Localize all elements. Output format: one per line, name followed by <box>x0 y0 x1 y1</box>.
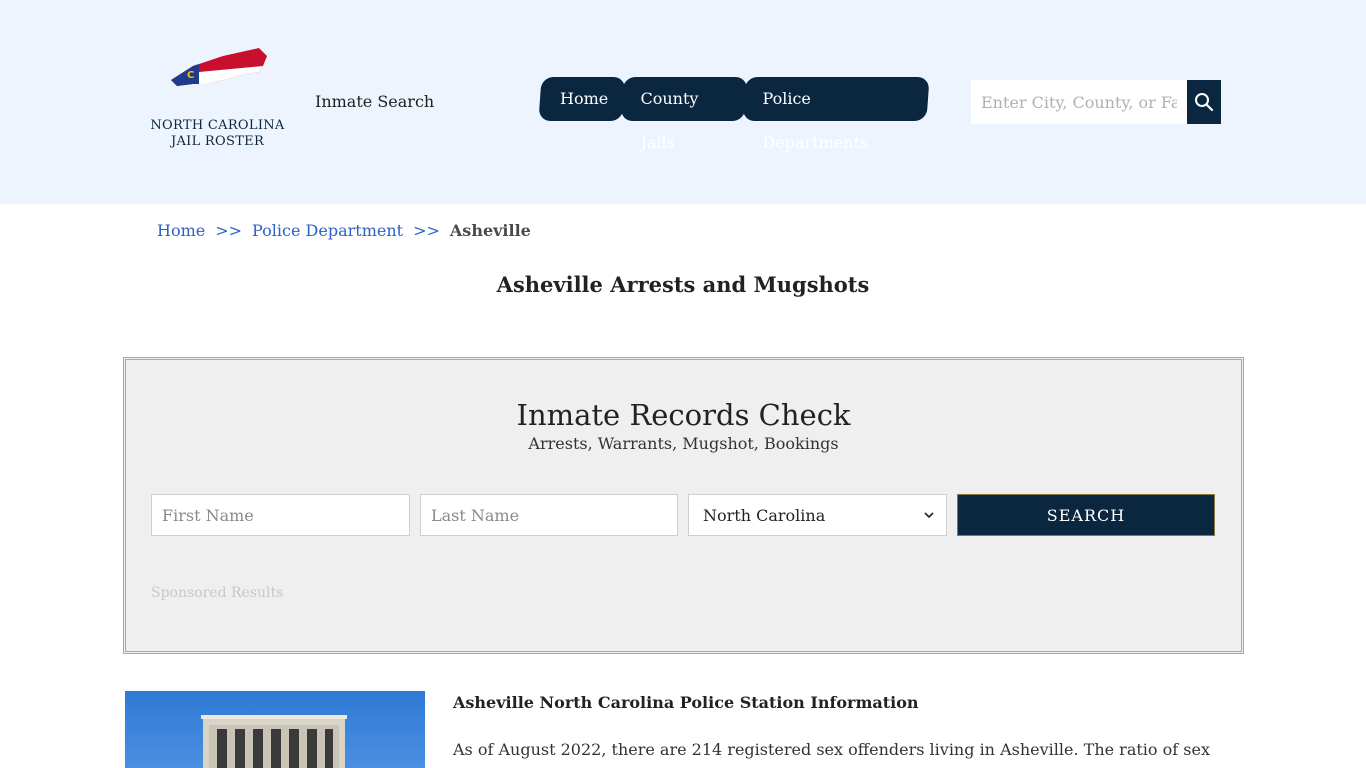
station-info-text: As of August 2022, there are 214 registe… <box>453 740 1210 768</box>
first-name-field[interactable] <box>151 494 410 536</box>
breadcrumb-police-department[interactable]: Police Department <box>252 221 403 240</box>
inmate-search-link[interactable]: Inmate Search <box>315 92 434 111</box>
breadcrumb: Home >> Police Department >> Asheville <box>157 221 531 240</box>
breadcrumb-separator: >> <box>215 221 243 240</box>
nav-county-jails-label: County Jails <box>640 89 699 152</box>
site-logo[interactable]: C NORTH CAROLINA JAIL ROSTER <box>145 44 290 154</box>
nav-home-label: Home <box>560 89 609 108</box>
chevron-down-icon <box>924 512 934 519</box>
logo-line-1: NORTH CAROLINA <box>150 118 285 133</box>
header-search-input[interactable] <box>971 80 1187 124</box>
main-nav: Home County Jails Police Departments <box>538 77 930 152</box>
nav-county-jails[interactable]: County Jails <box>620 77 748 152</box>
header-search-button[interactable] <box>1187 80 1221 124</box>
site-header: C NORTH CAROLINA JAIL ROSTER Inmate Sear… <box>0 0 1366 204</box>
logo-text: NORTH CAROLINA JAIL ROSTER <box>145 118 290 150</box>
records-title: Inmate Records Check <box>516 398 851 432</box>
last-name-field[interactable] <box>420 494 678 536</box>
north-carolina-flag-map-icon: C <box>171 48 267 86</box>
breadcrumb-current: Asheville <box>449 221 531 240</box>
records-subtitle: Arrests, Warrants, Mugshot, Bookings <box>528 434 839 453</box>
header-search <box>971 80 1221 124</box>
state-select-value: North Carolina <box>703 505 826 525</box>
svg-text:C: C <box>187 70 194 81</box>
breadcrumb-home[interactable]: Home <box>157 221 205 240</box>
police-station-image <box>125 691 425 768</box>
nav-home[interactable]: Home <box>538 77 626 121</box>
page-title: Asheville Arrests and Mugshots <box>496 272 870 297</box>
nav-police-departments[interactable]: Police Departments <box>742 77 930 152</box>
inmate-records-panel: Inmate Records Check Arrests, Warrants, … <box>123 357 1244 654</box>
search-icon <box>1195 93 1214 112</box>
station-info-heading: Asheville North Carolina Police Station … <box>453 693 919 712</box>
sponsored-results-label: Sponsored Results <box>151 585 284 601</box>
records-search-button[interactable]: SEARCH <box>957 494 1215 536</box>
breadcrumb-separator: >> <box>413 221 440 240</box>
building-illustration <box>201 715 347 768</box>
logo-line-2: JAIL ROSTER <box>170 134 265 149</box>
nav-police-departments-label: Police Departments <box>762 89 869 152</box>
state-select[interactable]: North Carolina <box>688 494 947 536</box>
